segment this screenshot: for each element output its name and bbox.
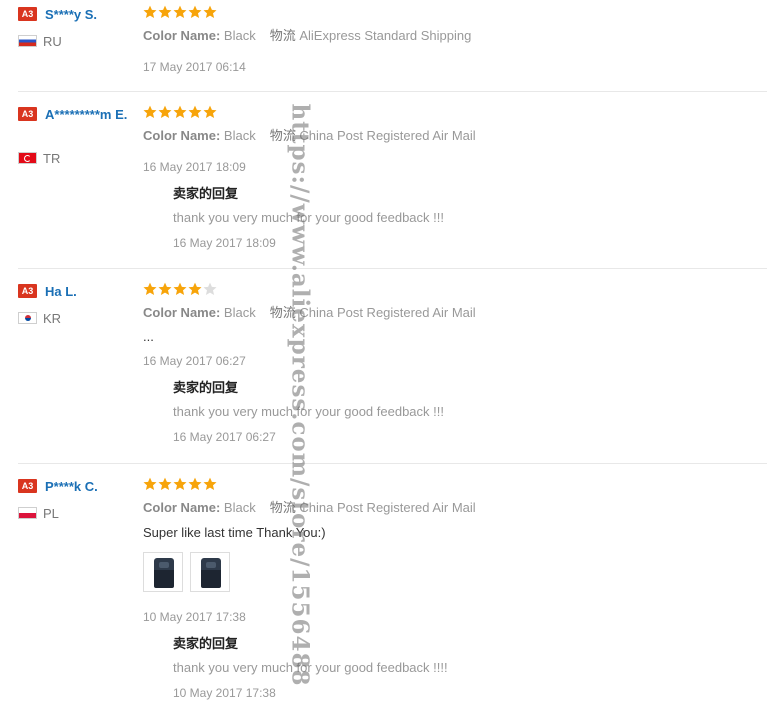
seller-reply-text: thank you very much for your good feedba… [173, 404, 444, 419]
feedback-list: A3 S****y S. RU Color Name: Black 物流 AliE… [0, 0, 767, 714]
review-date: 16 May 2017 18:09 [143, 160, 246, 174]
review-item: A3 P****k C. PL Color Name: Black 物流 Chin… [0, 477, 767, 708]
star-filled-icon [188, 282, 202, 296]
star-empty-icon [203, 282, 217, 296]
buyer-level-badge: A3 [18, 284, 37, 298]
order-info: Color Name: Black 物流 China Post Registere… [143, 305, 476, 320]
review-item: A3 Ha L. KR Color Name: Black 物流 China Po… [0, 282, 767, 464]
star-filled-icon [203, 105, 217, 119]
flag-poland-icon [18, 507, 37, 519]
seller-reply-title: 卖家的回复 [173, 380, 239, 395]
color-value: Black [223, 305, 256, 320]
star-filled-icon [143, 282, 157, 296]
star-rating [143, 5, 218, 23]
reviewer-country: RU [18, 34, 62, 50]
star-filled-icon [143, 105, 157, 119]
star-filled-icon [188, 5, 202, 19]
divider [18, 91, 767, 92]
star-filled-icon [158, 105, 172, 119]
reviewer-country: KR [18, 311, 61, 327]
star-rating [143, 105, 218, 123]
star-rating [143, 282, 218, 300]
color-value: Black [223, 500, 256, 515]
flag-turkey-icon [18, 152, 37, 164]
star-filled-icon [158, 282, 172, 296]
star-filled-icon [188, 105, 202, 119]
seller-reply-title: 卖家的回复 [173, 186, 239, 201]
divider [18, 268, 767, 269]
shipping-method: China Post Registered Air Mail [299, 305, 476, 320]
star-filled-icon [173, 5, 187, 19]
star-filled-icon [173, 282, 187, 296]
review-date: 16 May 2017 06:27 [143, 354, 246, 368]
order-info: Color Name: Black 物流 China Post Registere… [143, 500, 476, 515]
order-info: Color Name: Black 物流 China Post Registere… [143, 128, 476, 143]
review-text: ... [143, 329, 154, 344]
backpack-photo-thumbnail[interactable] [190, 552, 230, 592]
reviewer-country: TR [18, 151, 60, 167]
buyer-level-badge: A3 [18, 479, 37, 493]
reviewer-name[interactable]: P****k C. [45, 478, 137, 496]
review-date: 10 May 2017 17:38 [143, 610, 246, 624]
buyer-level-badge: A3 [18, 7, 37, 21]
review-item: A3 A*********m E. TR Color Name: Black 物流… [0, 105, 767, 269]
seller-reply-title: 卖家的回复 [173, 636, 239, 651]
seller-reply-date: 16 May 2017 18:09 [173, 236, 276, 250]
shipping-method: China Post Registered Air Mail [299, 500, 476, 515]
star-filled-icon [188, 477, 202, 491]
star-filled-icon [203, 5, 217, 19]
reviewer-name[interactable]: S****y S. [45, 6, 137, 24]
order-info: Color Name: Black 物流 AliExpress Standard … [143, 28, 472, 43]
shipping-method: China Post Registered Air Mail [299, 128, 476, 143]
reviewer-name[interactable]: A*********m E. [18, 106, 134, 124]
color-value: Black [223, 28, 256, 43]
flag-korea-icon [18, 312, 37, 324]
review-text: Super like last time Thank You:) [143, 525, 326, 540]
color-value: Black [223, 128, 256, 143]
backpack-photo-thumbnail[interactable] [143, 552, 183, 592]
reviewer-country: PL [18, 506, 59, 522]
star-filled-icon [173, 477, 187, 491]
star-filled-icon [158, 477, 172, 491]
reviewer-name[interactable]: Ha L. [45, 283, 137, 301]
star-rating [143, 477, 218, 495]
review-item: A3 S****y S. RU Color Name: Black 物流 AliE… [0, 5, 767, 92]
divider [18, 463, 767, 464]
star-filled-icon [143, 5, 157, 19]
star-filled-icon [158, 5, 172, 19]
seller-reply-date: 16 May 2017 06:27 [173, 430, 276, 444]
review-date: 17 May 2017 06:14 [143, 60, 246, 74]
seller-reply-text: thank you very much for your good feedba… [173, 210, 444, 225]
seller-reply-text: thank you very much for your good feedba… [173, 660, 448, 675]
star-filled-icon [143, 477, 157, 491]
star-filled-icon [203, 477, 217, 491]
star-filled-icon [173, 105, 187, 119]
flag-russia-icon [18, 35, 37, 47]
shipping-method: AliExpress Standard Shipping [299, 28, 472, 43]
seller-reply-date: 10 May 2017 17:38 [173, 686, 276, 700]
